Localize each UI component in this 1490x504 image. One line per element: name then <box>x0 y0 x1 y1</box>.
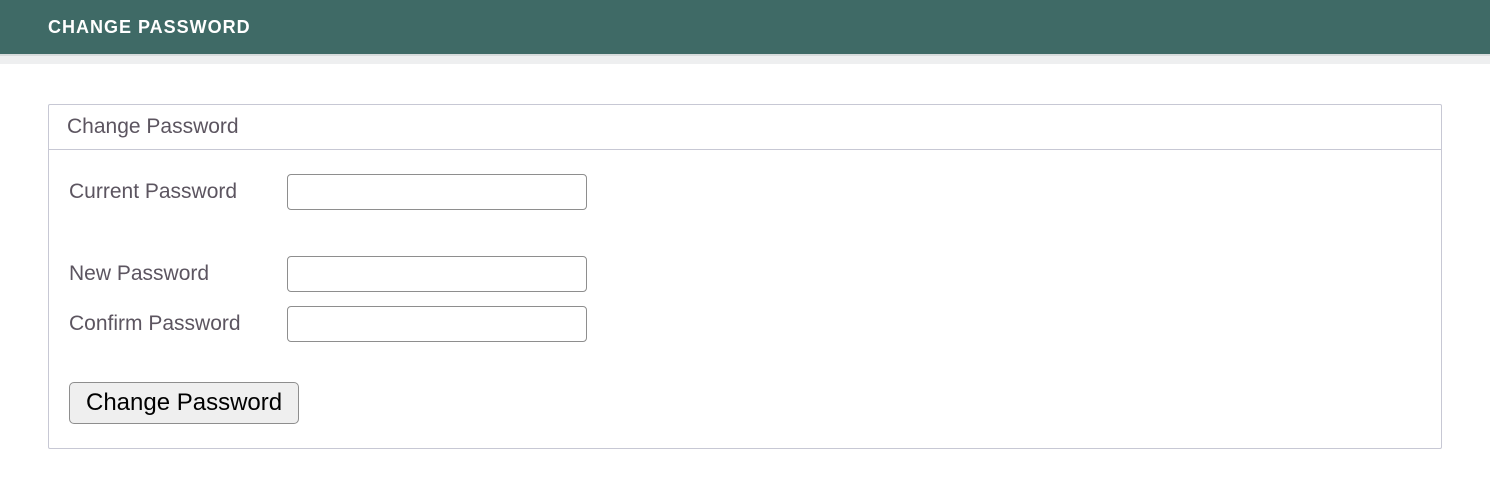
new-password-row: New Password <box>69 256 1421 292</box>
page-title: CHANGE PASSWORD <box>48 17 251 38</box>
submit-row: Change Password <box>69 382 1421 424</box>
panel-title: Change Password <box>49 105 1441 150</box>
current-password-label: Current Password <box>69 180 287 204</box>
change-password-panel: Change Password Current Password New Pas… <box>48 104 1442 449</box>
content-area: Change Password Current Password New Pas… <box>0 64 1490 449</box>
current-password-input[interactable] <box>287 174 587 210</box>
panel-body: Current Password New Password Confirm Pa… <box>49 150 1441 448</box>
change-password-button[interactable]: Change Password <box>69 382 299 424</box>
confirm-password-label: Confirm Password <box>69 312 287 336</box>
confirm-password-row: Confirm Password <box>69 306 1421 342</box>
confirm-password-input[interactable] <box>287 306 587 342</box>
current-password-row: Current Password <box>69 174 1421 210</box>
new-password-input[interactable] <box>287 256 587 292</box>
page-header: CHANGE PASSWORD <box>0 0 1490 56</box>
new-password-label: New Password <box>69 262 287 286</box>
header-divider <box>0 56 1490 64</box>
